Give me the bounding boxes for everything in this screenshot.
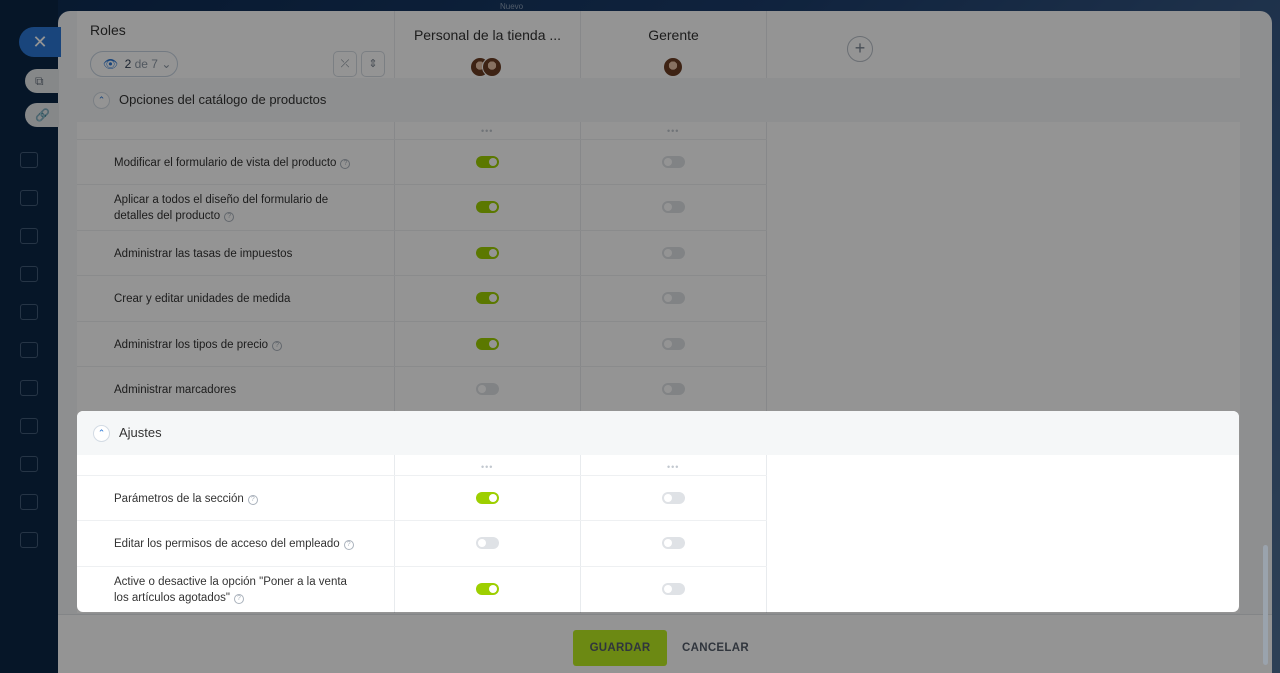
permission-toggle[interactable] xyxy=(662,292,685,304)
permission-label: Administrar marcadores xyxy=(114,383,237,396)
permission-toggle[interactable] xyxy=(476,201,499,213)
role-column-header-2[interactable]: Gerente xyxy=(581,27,766,43)
highlighted-section-ajustes: ⌃ Ajustes ••• ••• Parámetros de la secci… xyxy=(77,411,1239,612)
permission-toggle[interactable] xyxy=(476,583,499,595)
top-hint: Nuevo xyxy=(500,2,524,11)
calendar-icon[interactable] xyxy=(20,228,38,244)
app-sidebar xyxy=(0,0,58,673)
external-link-icon: ⧉ xyxy=(35,74,44,88)
permission-toggle[interactable] xyxy=(662,247,685,259)
section-header-settings[interactable]: ⌃ Ajustes xyxy=(77,411,1239,455)
permission-toggle[interactable] xyxy=(476,537,499,549)
permission-toggle[interactable] xyxy=(476,292,499,304)
permission-label: Modificar el formulario de vista del pro… xyxy=(114,140,364,185)
checklist-icon[interactable] xyxy=(20,456,38,472)
permission-row: Administrar marcadores xyxy=(77,366,767,411)
counter-total: de 7 xyxy=(134,57,158,71)
help-icon[interactable]: ? xyxy=(247,494,258,505)
help-icon[interactable]: ? xyxy=(272,340,283,351)
tasks-icon[interactable] xyxy=(20,152,38,168)
scrollbar[interactable] xyxy=(1263,545,1268,665)
permission-toggle[interactable] xyxy=(662,537,685,549)
permission-toggle[interactable] xyxy=(662,583,685,595)
permission-toggle[interactable] xyxy=(476,492,499,504)
chat-icon[interactable] xyxy=(20,304,38,320)
permission-label: Parámetros de la sección? xyxy=(114,476,364,521)
permission-toggle[interactable] xyxy=(476,383,499,395)
filter-icon[interactable] xyxy=(20,494,38,510)
eye-icon: 👁 xyxy=(103,57,119,71)
permission-row: Active o desactive la opción "Poner a la… xyxy=(77,566,767,611)
help-icon[interactable]: ? xyxy=(340,158,351,169)
help-icon[interactable]: ? xyxy=(233,593,244,604)
section-title: Ajustes xyxy=(119,425,162,440)
permission-row: Crear y editar unidades de medida xyxy=(77,275,767,320)
contacts-icon[interactable] xyxy=(20,418,38,434)
help-icon[interactable]: ? xyxy=(343,539,354,550)
section-title: Opciones del catálogo de productos xyxy=(119,92,327,107)
permission-row: Administrar los tipos de precio? xyxy=(77,321,767,366)
expand-all-button[interactable]: ⇕ xyxy=(361,51,385,77)
footer-bar: GUARDAR CANCELAR xyxy=(58,614,1272,673)
cancel-button[interactable]: CANCELAR xyxy=(682,630,749,666)
permission-toggle[interactable] xyxy=(662,338,685,350)
close-slider-button[interactable]: ✕ xyxy=(19,27,61,57)
permission-row: Parámetros de la sección? xyxy=(77,475,767,520)
permission-toggle[interactable] xyxy=(476,247,499,259)
open-in-new-window-button[interactable]: ⧉ xyxy=(25,69,59,93)
avatar xyxy=(482,57,502,77)
save-button[interactable]: GUARDAR xyxy=(573,630,667,666)
section-header-catalog[interactable]: ⌃ Opciones del catálogo de productos xyxy=(77,78,1240,122)
chevron-up-icon[interactable]: ⌃ xyxy=(93,92,110,109)
permission-toggle[interactable] xyxy=(662,383,685,395)
permission-label: Crear y editar unidades de medida xyxy=(114,292,291,305)
chevron-up-icon[interactable]: ⌃ xyxy=(93,425,110,442)
permission-label: Administrar las tasas de impuestos xyxy=(114,247,293,260)
permission-toggle[interactable] xyxy=(662,156,685,168)
roles-label: Roles xyxy=(90,22,126,38)
permission-label: Active o desactive la opción "Poner a la… xyxy=(114,575,347,604)
column-menu-dots[interactable]: ••• xyxy=(481,126,493,136)
avatar xyxy=(663,57,683,77)
documents-icon[interactable] xyxy=(20,266,38,282)
plus-icon: + xyxy=(854,38,866,58)
close-icon: ✕ xyxy=(32,32,48,52)
copy-link-button[interactable]: 🔗 xyxy=(25,103,59,127)
permission-toggle[interactable] xyxy=(662,201,685,213)
permission-row: Administrar las tasas de impuestos xyxy=(77,230,767,275)
help-icon[interactable]: ? xyxy=(224,211,235,222)
role-column-header-1[interactable]: Personal de la tienda ... xyxy=(395,27,580,43)
permission-row: Editar los permisos de acceso del emplea… xyxy=(77,520,767,565)
roles-visibility-selector[interactable]: 👁 2 de 7 ⌄ xyxy=(90,51,178,77)
permission-toggle[interactable] xyxy=(476,338,499,350)
permission-row: Aplicar a todos el diseño del formulario… xyxy=(77,184,767,229)
permission-label: Administrar los tipos de precio? xyxy=(114,322,364,367)
column-menu-dots[interactable]: ••• xyxy=(481,462,493,472)
inventory-icon[interactable] xyxy=(20,532,38,548)
permission-toggle[interactable] xyxy=(476,156,499,168)
add-role-button[interactable]: + xyxy=(847,36,873,62)
mail-icon[interactable] xyxy=(20,380,38,396)
permission-label: Editar los permisos de acceso del emplea… xyxy=(114,521,364,566)
permission-label: Aplicar a todos el diseño del formulario… xyxy=(114,193,329,222)
chevron-down-icon: ⌄ xyxy=(161,57,172,71)
column-menu-dots[interactable]: ••• xyxy=(667,126,679,136)
permission-toggle[interactable] xyxy=(662,492,685,504)
collapse-all-button[interactable]: ⤫ xyxy=(333,51,357,77)
column-menu-dots[interactable]: ••• xyxy=(667,462,679,472)
collapse-icon: ⤫ xyxy=(340,58,350,70)
link-icon: 🔗 xyxy=(35,108,50,122)
counter-current: 2 xyxy=(124,57,132,71)
crm-icon[interactable] xyxy=(20,190,38,206)
store-icon[interactable] xyxy=(20,342,38,358)
permission-row: Modificar el formulario de vista del pro… xyxy=(77,139,767,184)
sort-icon: ⇕ xyxy=(368,58,378,70)
